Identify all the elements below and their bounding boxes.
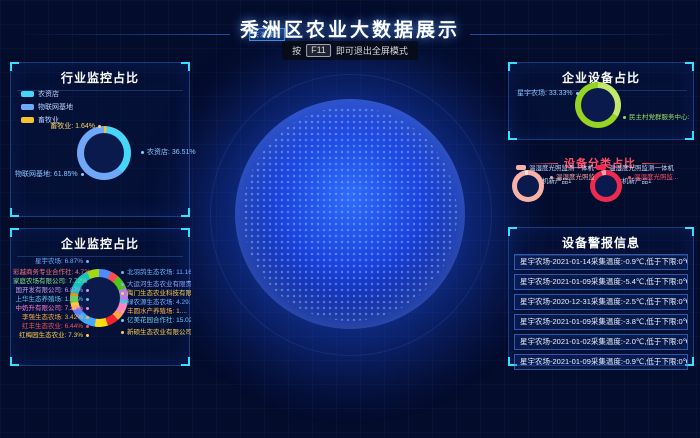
chart-callout: 星宇农场: 6.87% — [13, 255, 89, 265]
panel-title-alarm: 设备警报信息 — [515, 228, 687, 256]
panel-enterprise-monitoring: 企业监控占比 星宇农场: 6.87% 彩越商务专业合作社: 4.72% 家庭农场… — [10, 228, 190, 366]
corner-bracket — [685, 131, 694, 140]
industry-donut-chart[interactable] — [77, 126, 131, 180]
fullscreen-tip: 按 F11 即可退出全屏模式 — [282, 41, 418, 60]
tip-suffix: 即可退出全屏模式 — [336, 44, 408, 57]
alarm-row: 星宇农场-2021-01-09采集温度:-3.8℃,低于下限:0℃ — [514, 314, 688, 330]
legend-label: 物联网基地 — [38, 102, 73, 112]
alarm-row: 星宇农场-2021-01-02采集温度:-2.0℃,低于下限:0℃ — [514, 334, 688, 350]
legend-item[interactable]: 物联网基地 — [21, 102, 73, 112]
legend-label: 农资店 — [38, 89, 59, 99]
legend-item[interactable]: 农资店 — [21, 89, 73, 99]
corner-bracket — [181, 62, 190, 71]
category-donut-chart-left[interactable] — [512, 170, 544, 202]
chart-callout: 温湿度光照监... — [628, 171, 690, 181]
corner-bracket — [685, 62, 694, 71]
chart-callout: 民主村党群服务中心: — [623, 111, 691, 121]
chart-callout: 畜牧业: 1.64% — [31, 121, 101, 131]
alarm-row: 星宇农场-2020-12-31采集温度:-2.5℃,低于下限:0℃ — [514, 294, 688, 310]
corner-bracket — [508, 131, 517, 140]
chart-callout: 星宇农场: 33.33% — [517, 88, 579, 98]
device-donut-chart[interactable] — [575, 82, 621, 128]
corner-bracket — [181, 228, 190, 237]
corner-bracket — [508, 62, 517, 71]
chart-callout: 红梅园生态农业: 7.3% — [13, 329, 89, 339]
globe — [235, 99, 465, 329]
corner-bracket — [10, 62, 19, 71]
chart-callout: 新硕生态农业有限公司: 6.87... — [121, 326, 191, 336]
corner-bracket — [10, 208, 19, 217]
corner-bracket — [10, 357, 19, 366]
alarm-row: 星宇农场-2021-01-09采集温度:-0.9℃,低于下限:0℃ — [514, 354, 688, 370]
legend-swatch — [21, 91, 34, 97]
corner-bracket — [10, 228, 19, 237]
chart-callout: 物联网基地: 61.85% — [15, 169, 84, 179]
legend-swatch — [596, 165, 606, 170]
panel-title-enterprise: 企业监控占比 — [17, 229, 183, 257]
corner-bracket — [181, 357, 190, 366]
chart-callout: 北羽鸽生态农场: 11.16% — [121, 266, 191, 276]
tip-prefix: 按 — [292, 44, 301, 57]
chart-callout: 亿美花园合作社: 15.02% — [121, 314, 191, 324]
legend-swatch — [516, 165, 526, 170]
panel-title-industry: 行业监控占比 — [17, 63, 183, 91]
panel-alarm-info: 设备警报信息 星宇农场-2021-01-14采集温度:-0.9℃,低于下限:0℃… — [508, 227, 694, 366]
chart-callout: 农资店: 36.51% — [141, 147, 196, 157]
corner-bracket — [508, 227, 517, 236]
panel-device-category: 设备分类占比 温湿度光照监测一体机 一体机新产品1 温湿度光照监测一体机 一体机… — [508, 140, 692, 222]
corner-bracket — [685, 227, 694, 236]
panel-device-ratio: 企业设备占比 星宇农场: 33.33% 民主村党群服务中心: — [508, 62, 694, 140]
page-title: 秀洲区农业大数据展示 — [0, 15, 700, 42]
legend-swatch — [21, 104, 34, 110]
corner-bracket — [181, 208, 190, 217]
chart-callout: 温湿度光照监测一... — [550, 171, 594, 181]
panel-industry-monitoring: 行业监控占比 农资店 物联网基地 畜牧业 畜牧业: 1.64% 农资店: 36.… — [10, 62, 190, 217]
alarm-list: 星宇农场-2021-01-14采集温度:-0.9℃,低于下限:0℃ 星宇农场-2… — [514, 254, 688, 370]
alarm-row: 星宇农场-2021-01-09采集温度:-5.4℃,低于下限:0℃ — [514, 274, 688, 290]
f11-key: F11 — [306, 44, 331, 57]
category-donut-chart-right[interactable] — [590, 170, 622, 202]
alarm-row: 星宇农场-2021-01-14采集温度:-0.9℃,低于下限:0℃ — [514, 254, 688, 270]
